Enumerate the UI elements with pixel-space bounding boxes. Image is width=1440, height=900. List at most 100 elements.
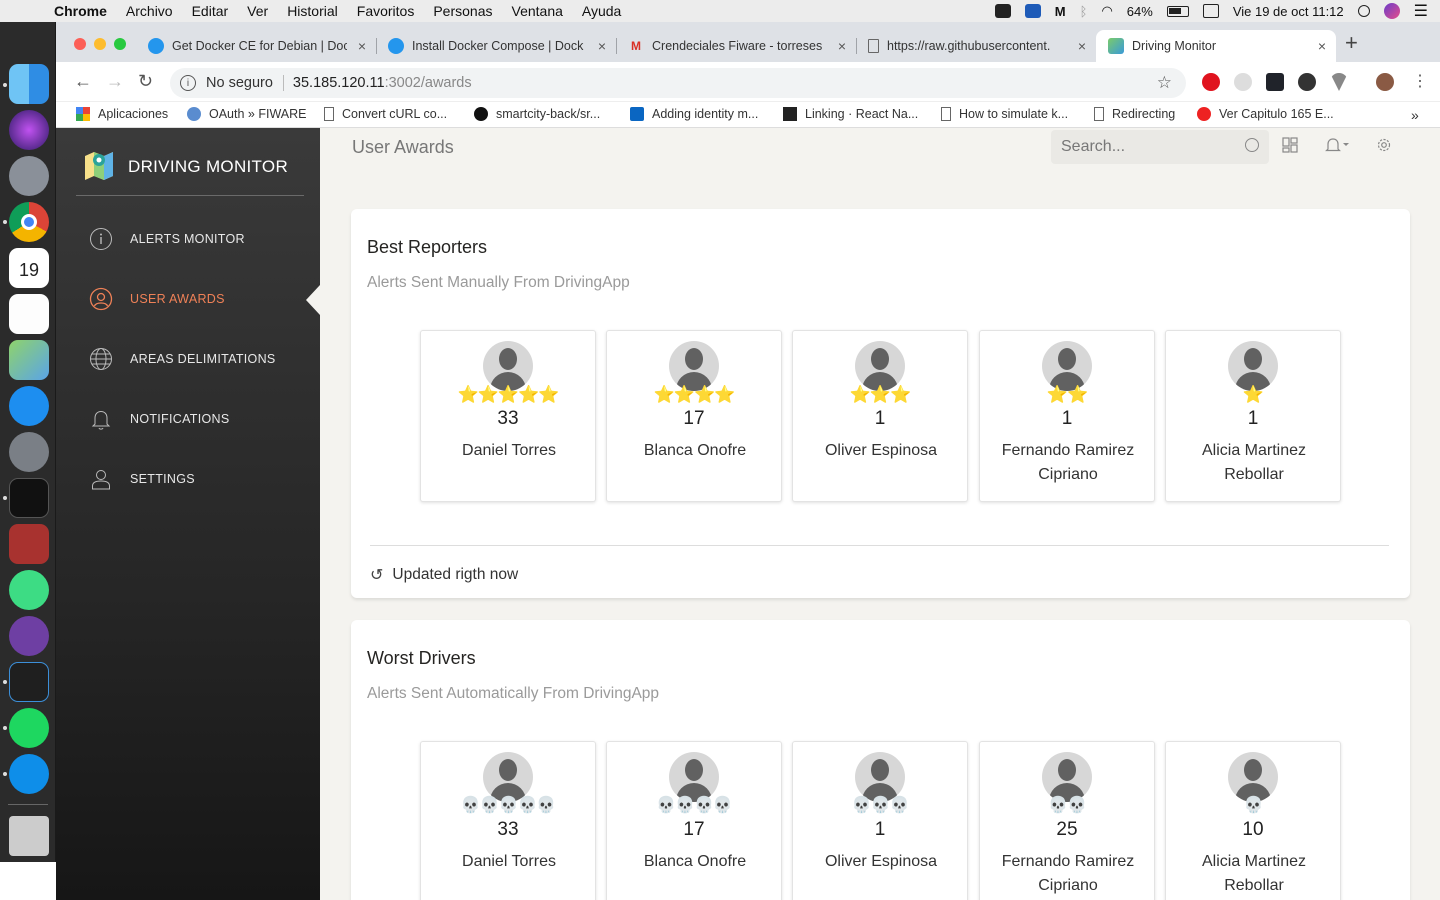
user-card[interactable]: 💀💀💀 1 Oliver Espinosa [792,741,968,900]
bookmark-item[interactable]: Linking · React Na... [783,107,918,121]
m-status-icon[interactable]: M [1055,4,1066,19]
trash-icon[interactable] [9,816,49,856]
close-window-button[interactable] [74,38,86,50]
user-card[interactable]: ⭐⭐⭐⭐⭐ 33 Daniel Torres [420,330,596,502]
user-card[interactable]: 💀💀 25 Fernando Ramirez Cipriano [979,741,1155,900]
notification-center-icon[interactable]: ☰ [1414,1,1428,21]
user-card[interactable]: ⭐⭐⭐ 1 Oliver Espinosa [792,330,968,502]
user-card[interactable]: ⭐⭐⭐⭐ 17 Blanca Onofre [606,330,782,502]
menu-favoritos[interactable]: Favoritos [357,3,415,19]
reminders-icon[interactable] [9,294,49,334]
bookmark-item[interactable]: Redirecting [1094,107,1175,121]
siri-icon[interactable] [1383,3,1400,19]
browser-tab[interactable]: Get Docker CE for Debian | Doc × [136,30,376,62]
tab-close-icon[interactable]: × [838,38,846,54]
github-desktop-icon[interactable] [9,616,49,656]
dashboard-grid-icon[interactable] [1282,137,1298,158]
back-arrow-icon[interactable]: ← [74,71,92,92]
bookmark-item[interactable]: How to simulate k... [941,107,1068,121]
search-input[interactable]: Search... [1051,130,1269,164]
spotlight-search-icon[interactable] [1357,5,1370,17]
sidebar-item-notifications[interactable]: NOTIFICATIONS [88,406,230,432]
browser-tab[interactable]: Install Docker Compose | Dock × [376,30,616,62]
bookmark-star-icon[interactable]: ☆ [1157,73,1172,93]
bookmark-item[interactable]: Ver Capitulo 165 E... [1197,107,1334,121]
browser-tab-active[interactable]: Driving Monitor × [1096,30,1336,62]
app-brand[interactable]: DRIVING MONITOR [128,157,288,177]
menu-ayuda[interactable]: Ayuda [582,3,621,19]
launchpad-icon[interactable] [9,156,49,196]
user-card[interactable]: ⭐ 1 Alicia Martinez Rebollar [1165,330,1341,502]
menu-personas[interactable]: Personas [433,3,492,19]
minimize-window-button[interactable] [94,38,106,50]
sidebar-item-user-awards[interactable]: USER AWARDS [88,286,225,312]
menu-editar[interactable]: Editar [192,3,229,19]
browser-tab[interactable]: M Crendeciales Fiware - torreses × [616,30,856,62]
react-devtools-icon[interactable] [1266,73,1284,91]
vue-devtools-icon[interactable] [1330,73,1348,91]
search-icon[interactable] [1245,138,1259,152]
user-card[interactable]: ⭐⭐ 1 Fernando Ramirez Cipriano [979,330,1155,502]
menu-archivo[interactable]: Archivo [126,3,173,19]
new-tab-button[interactable]: + [1345,30,1358,56]
bookmark-item[interactable]: smartcity-back/sr... [474,107,600,121]
chrome-icon[interactable] [9,202,49,242]
tab-close-icon[interactable]: × [358,38,366,54]
battery-icon[interactable] [1166,5,1189,17]
photo-booth-icon[interactable] [9,524,49,564]
tab-close-icon[interactable]: × [1318,38,1326,54]
sidebar-item-settings[interactable]: SETTINGS [88,466,195,492]
user-card[interactable]: 💀 10 Alicia Martinez Rebollar [1165,741,1341,900]
bookmark-item[interactable]: Aplicaciones [76,107,168,121]
bookmarks-overflow-icon[interactable]: » [1411,107,1419,123]
tab-close-icon[interactable]: × [1078,38,1086,54]
menu-ver[interactable]: Ver [247,3,268,19]
vscode-icon[interactable] [9,662,49,702]
datetime[interactable]: Vie 19 de oct 11:12 [1233,4,1344,19]
menu-historial[interactable]: Historial [287,3,338,19]
bookmark-item[interactable]: Adding identity m... [630,107,758,121]
medium-extension-icon[interactable] [1298,73,1316,91]
siri-dock-icon[interactable] [9,110,49,150]
bookmark-item[interactable]: OAuth » FIWARE [187,107,306,121]
teamviewer-icon[interactable] [9,754,49,794]
maps-icon[interactable] [9,340,49,380]
system-preferences-icon[interactable] [9,432,49,472]
bluetooth-icon[interactable]: ᛒ [1080,4,1088,19]
docker-status-icon[interactable] [994,4,1011,18]
forward-arrow-icon[interactable]: → [106,71,124,92]
gear-icon[interactable] [1376,137,1392,158]
alert-count: 1 [874,408,886,429]
wifi-icon[interactable]: ◠ [1101,3,1112,19]
bookmark-label: Ver Capitulo 165 E... [1219,107,1334,121]
sidebar-item-alerts-monitor[interactable]: ALERTS MONITOR [88,226,245,252]
opera-extension-icon[interactable] [1202,73,1220,91]
reload-icon[interactable]: ↻ [138,71,153,92]
calendar-status-icon[interactable] [1202,4,1219,18]
sidebar-item-areas-delimitations[interactable]: AREAS DELIMITATIONS [88,346,276,372]
calendar-icon[interactable]: 19 [9,248,49,288]
android-studio-icon[interactable] [9,570,49,610]
user-card[interactable]: 💀💀💀💀 17 Blanca Onofre [606,741,782,900]
chrome-menu-icon[interactable]: ⋮ [1412,71,1428,91]
profile-avatar[interactable] [1376,73,1394,91]
info-icon[interactable]: i [180,75,196,91]
user-card[interactable]: 💀💀💀💀💀 33 Daniel Torres [420,741,596,900]
browser-tab[interactable]: https://raw.githubusercontent. × [856,30,1096,62]
finder-icon[interactable] [9,64,49,104]
app-store-icon[interactable] [9,386,49,426]
spotify-icon[interactable] [9,708,49,748]
bookmark-item[interactable]: Convert cURL co... [324,107,447,121]
menu-ventana[interactable]: Ventana [512,3,563,19]
extension-icon[interactable] [1234,73,1252,91]
address-bar[interactable]: i No seguro 35.185.120.11:3002/awards ☆ [170,68,1186,98]
maximize-window-button[interactable] [114,38,126,50]
terminal-icon[interactable] [9,478,49,518]
tab-close-icon[interactable]: × [598,38,606,54]
teamviewer-status-icon[interactable] [1024,4,1041,18]
skull-rating: 💀💀💀💀💀 [460,797,557,814]
menu-chrome[interactable]: Chrome [54,3,107,19]
notifications-bell-icon[interactable] [1325,137,1351,158]
driving-monitor-logo[interactable] [82,148,116,182]
person-icon [88,466,114,492]
